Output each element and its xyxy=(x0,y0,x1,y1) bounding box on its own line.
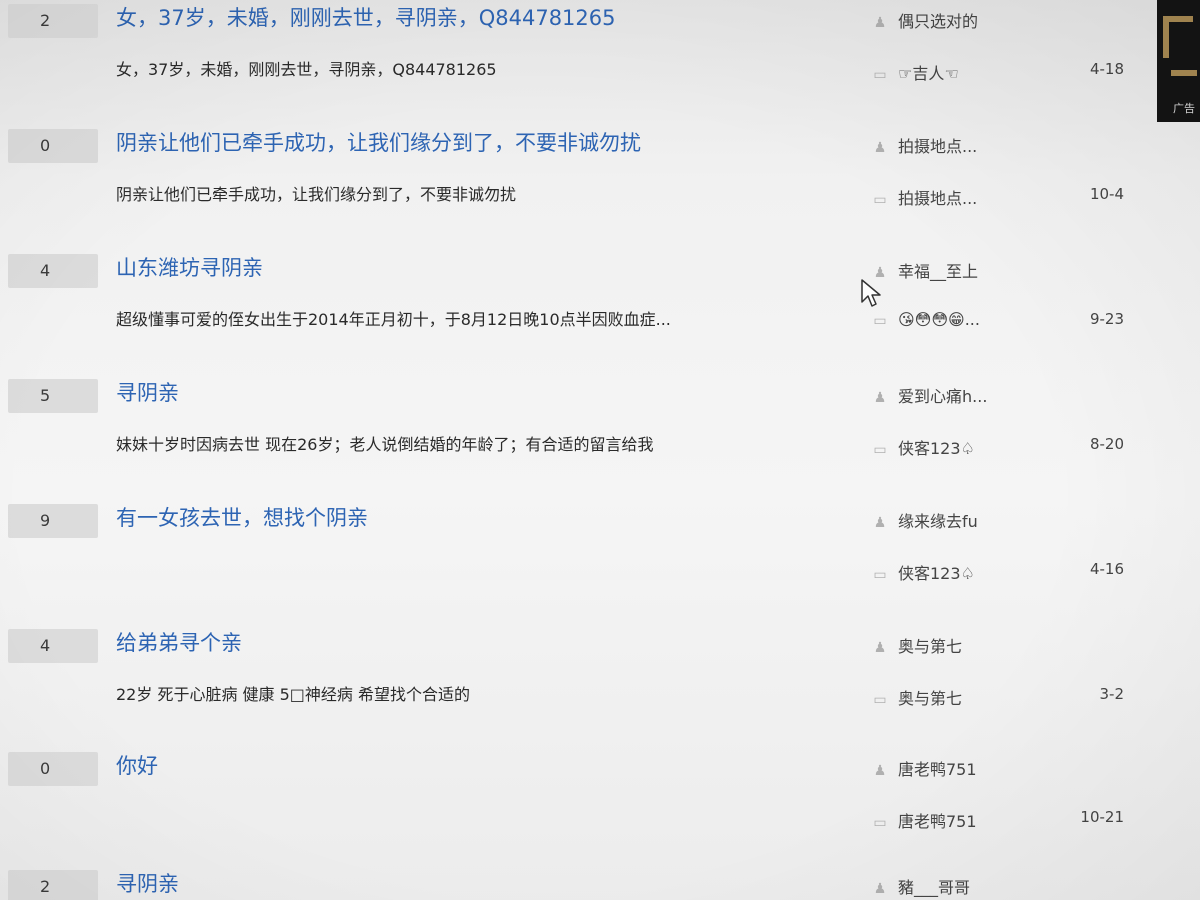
last-reply-time: 9-23 xyxy=(1089,310,1124,328)
thread-row: 0 你好 ♟ 唐老鸭751 ▭ 唐老鸭751 10-21 xyxy=(0,748,1160,873)
last-reply-user: 侠客123♤ xyxy=(898,564,975,583)
last-reply-user-link[interactable]: ▭ 唐老鸭751 xyxy=(870,808,1060,832)
ad-label: 广告 xyxy=(1173,102,1195,115)
author-name: 唐老鸭751 xyxy=(898,760,977,779)
user-icon: ♟ xyxy=(873,390,887,406)
user-icon: ♟ xyxy=(873,140,887,156)
forum-screen: 2 女，37岁，未婚，刚刚去世，寻阴亲，Q844781265 女，37岁，未婚，… xyxy=(0,0,1200,900)
last-reply-user-link[interactable]: ▭ 拍摄地点... xyxy=(870,185,1060,209)
author-link[interactable]: ♟ 幸福__至上 xyxy=(870,258,1060,282)
ad-logo-bar xyxy=(1171,70,1197,76)
thread-preview: 阴亲让他们已牵手成功，让我们缘分到了，不要非诚勿扰 xyxy=(116,185,517,204)
thread-row: 2 女，37岁，未婚，刚刚去世，寻阴亲，Q844781265 女，37岁，未婚，… xyxy=(0,0,1160,125)
user-icon: ♟ xyxy=(873,881,887,897)
last-reply-user-link[interactable]: ▭ 奥与第七 xyxy=(870,685,1060,709)
author-name: 爱到心痛h... xyxy=(898,387,988,406)
author-link[interactable]: ♟ 豬___哥哥 xyxy=(870,874,1060,898)
author-name: 拍摄地点... xyxy=(898,137,978,156)
sidebar-ad-banner[interactable]: 广告 xyxy=(1157,0,1200,122)
user-icon: ♟ xyxy=(873,763,887,779)
author-name: 奥与第七 xyxy=(898,637,963,656)
thread-row: 2 寻阴亲 ♟ 豬___哥哥 xyxy=(0,866,1160,900)
comment-icon: ▭ xyxy=(873,815,887,831)
author-link[interactable]: ♟ 奥与第七 xyxy=(870,633,1060,657)
reply-count: 9 xyxy=(8,504,98,538)
thread-title-link[interactable]: 寻阴亲 xyxy=(116,868,836,898)
thread-row: 4 给弟弟寻个亲 22岁 死于心脏病 健康 5□神经病 希望找个合适的 ♟ 奥与第… xyxy=(0,625,1160,750)
last-reply-user: 奥与第七 xyxy=(898,689,963,708)
comment-icon: ▭ xyxy=(873,192,887,208)
reply-count: 5 xyxy=(8,379,98,413)
ad-logo-shape xyxy=(1163,16,1193,58)
user-icon: ♟ xyxy=(873,15,887,31)
comment-icon: ▭ xyxy=(873,567,887,583)
thread-title-link[interactable]: 有一女孩去世，想找个阴亲 xyxy=(116,502,836,532)
last-reply-user: ☞吉人☜ xyxy=(898,64,959,83)
thread-title-link[interactable]: 阴亲让他们已牵手成功，让我们缘分到了，不要非诚勿扰 xyxy=(116,127,836,157)
last-reply-user: 😘😳😳😁... xyxy=(898,310,980,329)
thread-preview: 女，37岁，未婚，刚刚去世，寻阴亲，Q844781265 xyxy=(116,60,497,79)
author-name: 偶只选对的 xyxy=(898,12,979,31)
author-name: 幸福__至上 xyxy=(898,262,979,281)
author-link[interactable]: ♟ 唐老鸭751 xyxy=(870,756,1060,780)
thread-preview: 超级懂事可爱的侄女出生于2014年正月初十，于8月12日晚10点半因败血症... xyxy=(116,310,671,329)
last-reply-time: 4-16 xyxy=(1089,560,1124,578)
thread-row: 5 寻阴亲 妹妹十岁时因病去世 现在26岁；老人说倒结婚的年龄了；有合适的留言给… xyxy=(0,375,1160,500)
author-name: 缘来缘去fu xyxy=(898,512,978,531)
thread-title-link[interactable]: 女，37岁，未婚，刚刚去世，寻阴亲，Q844781265 xyxy=(116,2,836,32)
author-link[interactable]: ♟ 偶只选对的 xyxy=(870,8,1060,32)
thread-title-link[interactable]: 山东潍坊寻阴亲 xyxy=(116,252,836,282)
last-reply-user: 唐老鸭751 xyxy=(898,812,977,831)
thread-row: 0 阴亲让他们已牵手成功，让我们缘分到了，不要非诚勿扰 阴亲让他们已牵手成功，让… xyxy=(0,125,1160,250)
last-reply-user-link[interactable]: ▭ 侠客123♤ xyxy=(870,560,1060,584)
reply-count: 0 xyxy=(8,752,98,786)
thread-title-link[interactable]: 寻阴亲 xyxy=(116,377,836,407)
thread-row: 9 有一女孩去世，想找个阴亲 ♟ 缘来缘去fu ▭ 侠客123♤ 4-16 xyxy=(0,500,1160,625)
reply-count: 2 xyxy=(8,4,98,38)
user-icon: ♟ xyxy=(873,515,887,531)
last-reply-user-link[interactable]: ▭ 侠客123♤ xyxy=(870,435,1060,459)
reply-count: 4 xyxy=(8,629,98,663)
comment-icon: ▭ xyxy=(873,692,887,708)
reply-count: 0 xyxy=(8,129,98,163)
last-reply-time: 8-20 xyxy=(1089,435,1124,453)
author-name: 豬___哥哥 xyxy=(898,878,971,897)
last-reply-user: 拍摄地点... xyxy=(898,189,978,208)
last-reply-user: 侠客123♤ xyxy=(898,439,975,458)
comment-icon: ▭ xyxy=(873,67,887,83)
last-reply-time: 10-21 xyxy=(1080,808,1124,826)
author-link[interactable]: ♟ 爱到心痛h... xyxy=(870,383,1060,407)
mouse-pointer-icon xyxy=(861,279,881,307)
user-icon: ♟ xyxy=(873,640,887,656)
thread-preview: 22岁 死于心脏病 健康 5□神经病 希望找个合适的 xyxy=(116,685,471,704)
author-link[interactable]: ♟ 拍摄地点... xyxy=(870,133,1060,157)
last-reply-user-link[interactable]: ▭ 😘😳😳😁... xyxy=(870,310,1060,329)
reply-count: 2 xyxy=(8,870,98,900)
thread-list: 2 女，37岁，未婚，刚刚去世，寻阴亲，Q844781265 女，37岁，未婚，… xyxy=(0,0,1160,900)
comment-icon: ▭ xyxy=(873,313,887,329)
last-reply-time: 3-2 xyxy=(1099,685,1125,703)
last-reply-user-link[interactable]: ▭ ☞吉人☜ xyxy=(870,60,1060,84)
last-reply-time: 4-18 xyxy=(1089,60,1124,78)
thread-title-link[interactable]: 你好 xyxy=(116,750,836,780)
reply-count: 4 xyxy=(8,254,98,288)
comment-icon: ▭ xyxy=(873,442,887,458)
thread-title-link[interactable]: 给弟弟寻个亲 xyxy=(116,627,836,657)
author-link[interactable]: ♟ 缘来缘去fu xyxy=(870,508,1060,532)
thread-preview: 妹妹十岁时因病去世 现在26岁；老人说倒结婚的年龄了；有合适的留言给我 xyxy=(116,435,654,454)
last-reply-time: 10-4 xyxy=(1089,185,1124,203)
thread-row: 4 山东潍坊寻阴亲 超级懂事可爱的侄女出生于2014年正月初十，于8月12日晚1… xyxy=(0,250,1160,375)
